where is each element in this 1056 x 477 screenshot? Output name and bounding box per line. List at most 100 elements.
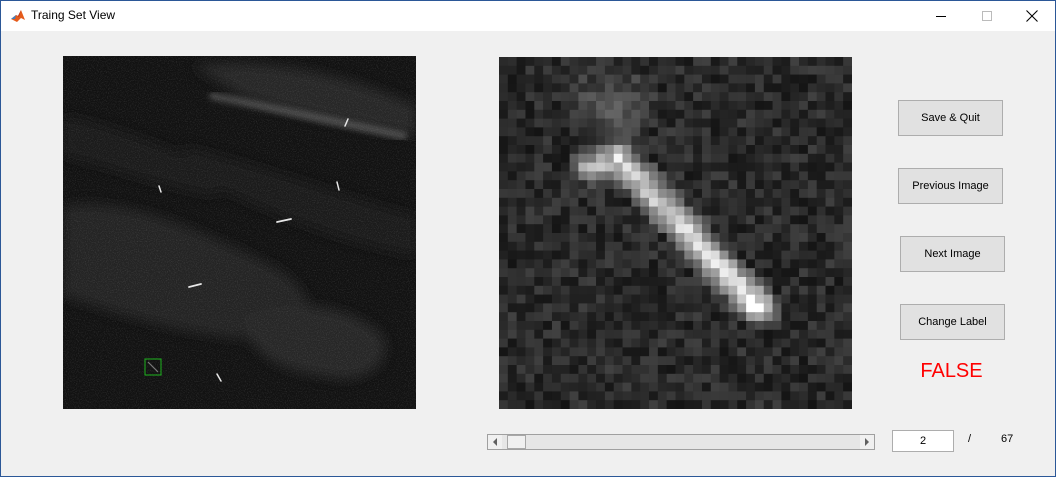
next-image-button[interactable]: Next Image <box>900 236 1005 272</box>
zoom-pixel <box>675 83 685 93</box>
zoom-pixel <box>560 92 570 102</box>
zoom-pixel <box>525 136 535 146</box>
zoom-pixel <box>534 259 544 269</box>
maximize-button[interactable] <box>964 1 1010 31</box>
zoom-pixel <box>693 391 703 401</box>
zoom-pixel <box>551 171 562 181</box>
zoom-pixel <box>622 356 632 366</box>
image-slider[interactable] <box>487 434 875 450</box>
zoom-pixel <box>525 241 535 251</box>
zoom-pixel <box>728 136 738 146</box>
zoom-pixel <box>657 356 667 366</box>
zoom-pixel <box>649 197 659 207</box>
zoom-pixel <box>569 83 579 93</box>
zoom-pixel <box>613 259 623 269</box>
zoom-pixel <box>790 127 800 137</box>
zoom-pixel <box>587 180 597 190</box>
zoom-pixel <box>560 356 570 366</box>
zoom-pixel <box>675 233 685 243</box>
zoom-pixel <box>807 294 818 304</box>
zoom-pixel <box>649 83 659 93</box>
zoom-pixel <box>604 303 615 313</box>
zoom-pixel <box>560 197 570 207</box>
zoom-pixel <box>754 197 765 207</box>
zoom-pixel <box>657 233 667 243</box>
zoom-pixel <box>816 312 826 322</box>
zoom-pixel <box>719 373 729 383</box>
zoom-pixel <box>754 382 765 392</box>
zoom-pixel <box>551 65 562 75</box>
zoom-pixel <box>551 259 562 269</box>
close-button[interactable] <box>1009 1 1055 31</box>
zoom-pixel <box>799 74 809 84</box>
zoom-pixel <box>596 338 606 348</box>
zoom-pixel <box>693 277 703 287</box>
zoom-pixel <box>834 382 844 392</box>
zoom-pixel <box>746 92 756 102</box>
minimize-button[interactable] <box>918 1 964 31</box>
slider-right-arrow[interactable] <box>860 435 874 449</box>
zoom-pixel <box>816 145 826 155</box>
zoom-pixel <box>543 250 553 260</box>
zoom-pixel <box>578 329 588 339</box>
slider-left-arrow[interactable] <box>488 435 502 449</box>
zoom-pixel <box>622 268 632 278</box>
zoom-pixel <box>701 250 712 260</box>
zoom-pixel <box>728 215 738 225</box>
zoom-pixel <box>693 241 703 251</box>
zoom-pixel <box>701 294 712 304</box>
zoom-pixel <box>719 83 729 93</box>
zoom-pixel <box>604 294 615 304</box>
zoom-pixel <box>701 268 712 278</box>
zoom-pixel <box>754 65 765 75</box>
title-bar[interactable]: Traing Set View <box>1 1 1055 31</box>
zoom-pixel <box>516 171 526 181</box>
zoom-pixel <box>604 347 615 357</box>
zoom-pixel <box>675 206 685 216</box>
zoom-pixel <box>746 356 756 366</box>
zoom-pixel <box>543 233 553 243</box>
zoom-pixel <box>737 109 747 119</box>
zoom-pixel <box>790 153 800 163</box>
zoom-pixel <box>772 206 782 216</box>
zoom-pixel <box>631 285 641 295</box>
zoom-pixel <box>499 65 509 75</box>
zoom-pixel <box>640 250 650 260</box>
zoom-pixel <box>772 303 782 313</box>
zoom-pixel <box>499 162 509 172</box>
zoom-pixel <box>666 65 676 75</box>
zoom-pixel <box>807 118 818 128</box>
slider-thumb[interactable] <box>507 435 526 449</box>
zoom-pixel <box>790 224 800 234</box>
zoom-pixel <box>737 347 747 357</box>
zoom-pixel <box>701 321 712 331</box>
zoom-pixel <box>525 356 535 366</box>
previous-image-button[interactable]: Previous Image <box>898 168 1003 204</box>
zoom-pixel <box>543 373 553 383</box>
zoom-pixel <box>701 303 712 313</box>
zoom-pixel <box>825 109 835 119</box>
save-quit-button[interactable]: Save & Quit <box>898 100 1003 136</box>
zoom-pixel <box>569 365 579 375</box>
zoom-pixel <box>551 118 562 128</box>
zoom-pixel <box>790 259 800 269</box>
zoom-pixel <box>807 268 818 278</box>
zoom-pixel <box>516 215 526 225</box>
zoom-pixel <box>507 268 517 278</box>
zoom-pixel <box>499 365 509 375</box>
zoom-pixel <box>613 189 623 199</box>
zoom-pixel <box>719 250 729 260</box>
zoom-pixel <box>754 92 765 102</box>
full-image-view[interactable] <box>63 56 416 409</box>
zoom-pixel <box>684 338 694 348</box>
zoom-pixel <box>569 118 579 128</box>
zoom-pixel <box>666 285 676 295</box>
zoom-pixel <box>604 65 615 75</box>
zoom-pixel <box>710 136 720 146</box>
zoom-pixel <box>551 224 562 234</box>
current-index-input[interactable]: 2 <box>892 430 954 452</box>
zoom-pixel <box>710 338 720 348</box>
change-label-button[interactable]: Change Label <box>900 304 1005 340</box>
zoom-pixel <box>693 224 703 234</box>
zoom-pixel <box>719 382 729 392</box>
